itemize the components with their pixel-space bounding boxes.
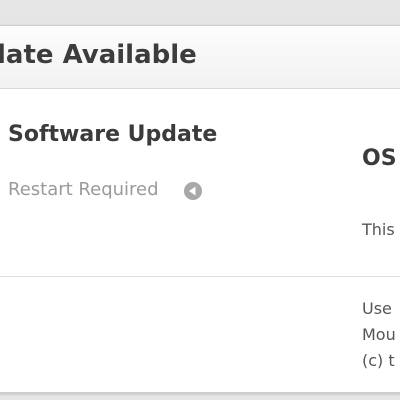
info-arrow-icon[interactable] — [183, 181, 203, 201]
section-divider — [0, 276, 400, 277]
details-description: This — [362, 220, 395, 239]
window-header: late Available — [0, 26, 400, 89]
restart-required-label: Restart Required — [8, 179, 159, 200]
update-window: late Available Software Update Restart R… — [0, 25, 400, 393]
footer-line: Use — [362, 299, 392, 318]
update-name: Software Update — [8, 122, 218, 147]
window-title: late Available — [0, 40, 197, 70]
footer-line: (c) t — [362, 351, 395, 370]
details-heading: OS — [362, 146, 397, 171]
footer-line: Mou — [362, 325, 396, 344]
